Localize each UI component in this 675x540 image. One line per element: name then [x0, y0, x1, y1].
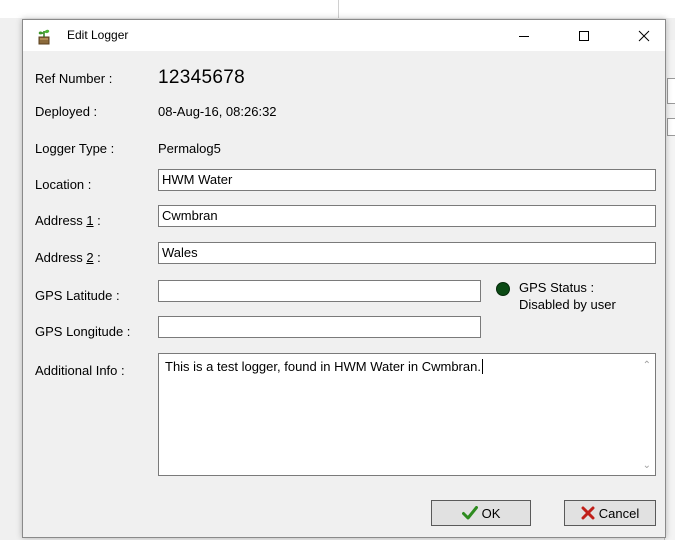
- logger-type-label: Logger Type :: [35, 141, 115, 156]
- scroll-down-icon[interactable]: ⌄: [643, 460, 651, 471]
- ok-button-label: OK: [481, 505, 501, 521]
- address1-label: Address 1 :: [35, 213, 101, 228]
- ref-number-value: 12345678: [158, 67, 245, 88]
- cancel-button[interactable]: Cancel: [564, 500, 656, 526]
- gps-status-heading: GPS Status :: [519, 280, 595, 295]
- edit-logger-dialog: Edit Logger Ref Number : 12345678 Deploy…: [22, 19, 666, 538]
- gps-longitude-label: GPS Longitude :: [35, 324, 131, 339]
- text-caret: [481, 359, 483, 374]
- address2-label: Address 2 :: [35, 250, 101, 265]
- gps-status-indicator: [496, 282, 510, 296]
- additional-info-textarea[interactable]: This is a test logger, found in HWM Wate…: [158, 353, 656, 476]
- location-field[interactable]: HWM Water: [158, 169, 656, 191]
- gps-latitude-label: GPS Latitude :: [35, 288, 120, 303]
- address2-field[interactable]: Wales: [158, 242, 656, 264]
- dialog-title: Edit Logger: [67, 28, 129, 42]
- gps-status-text: GPS Status : Disabled by user: [519, 279, 616, 313]
- minimize-icon: [519, 35, 529, 37]
- checkmark-icon: [461, 506, 478, 520]
- close-icon: [638, 30, 650, 41]
- address1-field[interactable]: Cwmbran: [158, 205, 656, 227]
- deployed-label: Deployed :: [35, 104, 98, 119]
- x-cross-icon: [581, 506, 595, 520]
- maximize-icon: [579, 30, 589, 41]
- logger-plant-icon: [35, 27, 53, 45]
- ref-number-label: Ref Number :: [35, 71, 113, 86]
- deployed-value: 08-Aug-16, 08:26:32: [158, 104, 277, 119]
- cancel-button-label: Cancel: [598, 505, 640, 521]
- minimize-button[interactable]: [504, 20, 544, 51]
- close-button[interactable]: [624, 20, 664, 51]
- background-control-stub: [667, 118, 675, 136]
- gps-status-value: Disabled by user: [519, 297, 616, 312]
- gps-latitude-field[interactable]: [158, 280, 481, 302]
- logger-type-value: Permalog5: [158, 141, 221, 156]
- ok-button[interactable]: OK: [431, 500, 531, 526]
- scroll-up-icon[interactable]: ⌃: [643, 360, 651, 371]
- title-bar[interactable]: Edit Logger: [23, 20, 665, 51]
- additional-info-text: This is a test logger, found in HWM Wate…: [165, 359, 483, 374]
- background-control-stub: [667, 78, 675, 104]
- maximize-button[interactable]: [564, 20, 604, 51]
- additional-info-label: Additional Info :: [35, 363, 125, 378]
- gps-longitude-field[interactable]: [158, 316, 481, 338]
- location-label: Location :: [35, 177, 92, 192]
- background-divider: [338, 0, 339, 18]
